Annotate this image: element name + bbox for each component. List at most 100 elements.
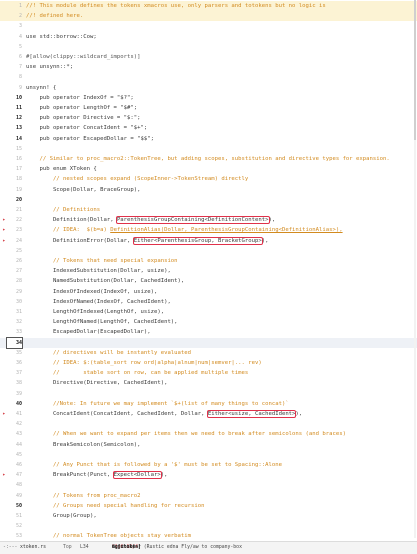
code-line[interactable]: 8 <box>0 72 417 82</box>
code-text[interactable]: // Definitions <box>26 205 100 215</box>
code-text[interactable]: IndexedSubstitution(Dollar, usize), <box>26 266 171 276</box>
code-text[interactable]: pub operator IndexOf = "$?"; <box>26 93 133 103</box>
diagnostic-highlight[interactable]: Either<ParenthesisGroup, BracketGroup> <box>132 236 263 245</box>
code-text[interactable]: ConcatIdent(ConcatIdent, CachedIdent, Do… <box>26 409 302 419</box>
code-line[interactable]: 45 <box>0 450 417 460</box>
code-line[interactable]: 25 <box>0 246 417 256</box>
code-text[interactable]: // IDEA: $:(table_sort row ord|alpha|aln… <box>26 358 262 368</box>
code-line[interactable]: 44 BreakSemicolon(Semicolon), <box>0 440 417 450</box>
code-line[interactable]: 11 pub operator LengthOf = "$#"; <box>0 103 417 113</box>
code-text[interactable]: BreakPunct(Punct, Expect<Dollar>), <box>26 470 167 480</box>
code-line[interactable]: 32 LengthOfNamed(LengthOf, CachedIdent), <box>0 317 417 327</box>
code-line[interactable]: 43 // When we want to expand per items t… <box>0 429 417 439</box>
code-line[interactable]: 26 // Tokens that need special expansion <box>0 256 417 266</box>
code-text[interactable]: Group(Group), <box>26 511 97 521</box>
magit-indicator[interactable]: mg[xtoken] <box>112 542 141 554</box>
code-line[interactable]: 19 Scope(Dollar, BraceGroup), <box>0 185 417 195</box>
code-line[interactable]: 40 //Note: In future we may implement `$… <box>0 399 417 409</box>
code-text[interactable]: DefinitionError(Dollar, Either<Parenthes… <box>26 236 269 246</box>
code-line[interactable]: 37 // stable sort on row, can be applied… <box>0 368 417 378</box>
code-line[interactable]: 6 #[allow(clippy::wildcard_imports)] <box>0 52 417 62</box>
vertical-scrollbar[interactable] <box>414 0 416 538</box>
code-line[interactable]: 21 // Definitions <box>0 205 417 215</box>
code-line[interactable]: 49 // Tokens from proc_macro2 <box>0 491 417 501</box>
code-line[interactable]: 53 // normal TokenTree objects stay verb… <box>0 531 417 540</box>
code-line[interactable]: 28 NamedSubstitution(Dollar, CachedIdent… <box>0 276 417 286</box>
code-line[interactable]: 42 <box>0 419 417 429</box>
code-editor[interactable]: 1 //! This module defines the tokens xmac… <box>0 0 417 540</box>
code-line[interactable]: 34 <box>0 336 417 349</box>
code-text[interactable]: // nested scopes expand (ScopeInner->Tok… <box>26 174 248 184</box>
code-text[interactable]: LengthOfNamed(LengthOf, CachedIdent), <box>26 317 178 327</box>
code-line[interactable]: 39 <box>0 389 417 399</box>
code-text[interactable]: // Groups need special handling for recu… <box>26 501 205 511</box>
code-line[interactable]: 46 // Any Punct that is followed by a '$… <box>0 460 417 470</box>
code-line[interactable]: 14 pub operator EscapedDollar = "$$"; <box>0 134 417 144</box>
code-line[interactable]: 13 pub operator ConcatIdent = "$+"; <box>0 123 417 133</box>
code-line[interactable]: 30 IndexOfNamed(IndexOf, CachedIdent), <box>0 297 417 307</box>
code-line[interactable]: ▸ 47 BreakPunct(Punct, Expect<Dollar>), <box>0 470 417 480</box>
code-text[interactable]: EscapedDollar(EscapedDollar), <box>26 327 151 337</box>
code-line[interactable]: 2 //! defined here. <box>0 11 417 22</box>
code-text[interactable]: use std::borrow::Cow; <box>26 32 97 42</box>
code-text[interactable]: // Tokens that need special expansion <box>26 256 178 266</box>
code-text[interactable]: // Similar to proc_macro2::TokenTree, bu… <box>26 154 389 164</box>
code-text[interactable]: LengthOfIndexed(LengthOf, usize), <box>26 307 164 317</box>
code-line[interactable]: ▸ 22 Definition(Dollar, ParenthesisGroupC… <box>0 215 417 225</box>
code-text[interactable]: IndexOfIndexed(IndexOf, usize), <box>26 287 157 297</box>
code-text[interactable]: // normal TokenTree objects stay verbati… <box>26 531 191 540</box>
code-line[interactable]: 10 pub operator IndexOf = "$?"; <box>0 93 417 103</box>
code-line[interactable]: 29 IndexOfIndexed(IndexOf, usize), <box>0 287 417 297</box>
code-text[interactable]: Scope(Dollar, BraceGroup), <box>26 185 141 195</box>
code-text[interactable]: #[allow(clippy::wildcard_imports)] <box>26 52 141 62</box>
code-text[interactable]: pub operator LengthOf = "$#"; <box>26 103 137 113</box>
code-line[interactable]: ▸ 41 ConcatIdent(ConcatIdent, CachedIdent… <box>0 409 417 419</box>
code-line[interactable]: ▸ 24 DefinitionError(Dollar, Either<Paren… <box>0 236 417 246</box>
code-line[interactable]: 35 // directives will be instantly evalu… <box>0 348 417 358</box>
code-text[interactable]: Directive(Directive, CachedIdent), <box>26 378 168 388</box>
code-line[interactable]: 12 pub operator Directive = "$:"; <box>0 113 417 123</box>
code-text[interactable]: //! This module defines the tokens xmacr… <box>26 1 326 11</box>
code-line[interactable]: 51 Group(Group), <box>0 511 417 521</box>
code-text[interactable]: // directives will be instantly evaluate… <box>26 348 191 358</box>
code-text[interactable]: // Tokens from proc_macro2 <box>26 491 141 501</box>
code-line[interactable]: 18 // nested scopes expand (ScopeInner->… <box>0 174 417 184</box>
code-line[interactable]: ▸ 23 // IDEA: $(b=a) DefinitionAlias(Doll… <box>0 225 417 235</box>
code-line[interactable]: 9 unsynn! { <box>0 83 417 93</box>
diagnostic-highlight[interactable]: Expect<Dollar> <box>112 471 162 480</box>
code-line[interactable]: 31 LengthOfIndexed(LengthOf, usize), <box>0 307 417 317</box>
code-line[interactable]: 16 // Similar to proc_macro2::TokenTree,… <box>0 154 417 164</box>
code-line[interactable]: 1 //! This module defines the tokens xmac… <box>0 1 417 12</box>
code-text[interactable]: // IDEA: $(b=a) DefinitionAlias(Dollar, … <box>26 225 343 235</box>
code-line[interactable]: 36 // IDEA: $:(table_sort row ord|alpha|… <box>0 358 417 368</box>
scrollbar-thumb[interactable] <box>414 0 416 140</box>
code-text[interactable]: pub operator Directive = "$:"; <box>26 113 140 123</box>
code-line[interactable]: 38 Directive(Directive, CachedIdent), <box>0 378 417 388</box>
code-line[interactable]: 48 <box>0 480 417 490</box>
code-text[interactable]: //Note: In future we may implement `$+(l… <box>26 399 289 409</box>
buffer-name[interactable]: xtoken.rs <box>20 542 46 554</box>
code-line[interactable]: 33 EscapedDollar(EscapedDollar), <box>0 327 417 337</box>
code-text[interactable]: // Any Punct that is followed by a '$' m… <box>26 460 282 470</box>
code-line[interactable]: 7 use unsynn::*; <box>0 62 417 72</box>
code-line[interactable]: 50 // Groups need special handling for r… <box>0 501 417 511</box>
code-text[interactable]: Definition(Dollar, ParenthesisGroupConta… <box>26 215 275 225</box>
code-text[interactable]: use unsynn::*; <box>26 62 73 72</box>
code-text[interactable]: IndexOfNamed(IndexOf, CachedIdent), <box>26 297 171 307</box>
code-line[interactable]: 15 <box>0 144 417 154</box>
code-line[interactable]: 20 <box>0 195 417 205</box>
code-text[interactable]: //! defined here. <box>26 11 83 21</box>
diagnostic-highlight[interactable]: ParenthesisGroupContaining<DefinitionCon… <box>115 216 270 225</box>
code-line[interactable]: 3 <box>0 21 417 31</box>
code-text[interactable]: NamedSubstitution(Dollar, CachedIdent), <box>26 276 184 286</box>
code-text[interactable]: pub enum XToken { <box>26 164 96 174</box>
code-line[interactable]: 27 IndexedSubstitution(Dollar, usize), <box>0 266 417 276</box>
code-line[interactable]: 52 <box>0 521 417 531</box>
code-line[interactable]: 4 use std::borrow::Cow; <box>0 32 417 42</box>
code-text[interactable]: unsynn! { <box>26 83 56 93</box>
diagnostic-highlight[interactable]: Either<usize, CachedIdent> <box>206 410 297 418</box>
code-text[interactable]: // When we want to expand per items then… <box>26 429 346 439</box>
code-text[interactable]: // stable sort on row, can be applied mu… <box>26 368 248 378</box>
code-line[interactable]: 5 <box>0 42 417 52</box>
code-text[interactable]: pub operator EscapedDollar = "$$"; <box>26 134 154 144</box>
